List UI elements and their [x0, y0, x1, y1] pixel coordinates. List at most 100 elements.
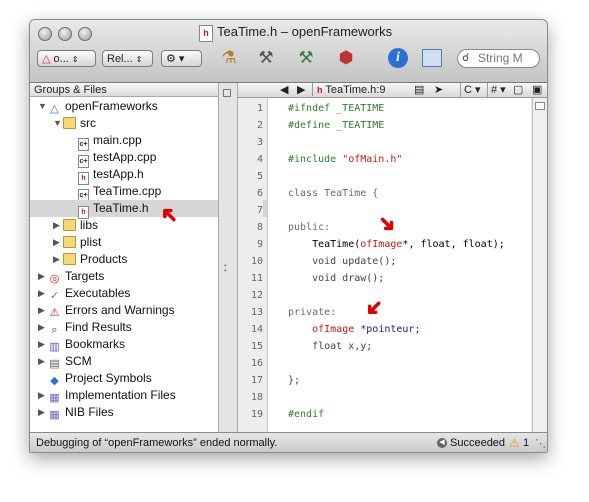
- disclosure-triangle-icon[interactable]: ▶: [53, 251, 60, 268]
- code-line: ofImage *pointeur;: [288, 321, 420, 338]
- sidebar-item[interactable]: ▶ ⚠ Errors and Warnings: [38, 302, 175, 319]
- included-files-popup[interactable]: # ▾: [487, 83, 506, 97]
- build-result-label[interactable]: Succeeded: [450, 433, 505, 452]
- sidebar-item[interactable]: ▶ Products: [53, 251, 127, 268]
- stop-icon[interactable]: ⬢: [335, 47, 357, 69]
- file-history-popup[interactable]: h TeaTime.h:9: [312, 83, 411, 96]
- lock-icon[interactable]: ▣: [532, 83, 542, 97]
- split-editor-icon[interactable]: [535, 102, 545, 110]
- disclosure-triangle-icon[interactable]: ▶: [38, 387, 45, 404]
- sidebar-item-label: Targets: [65, 269, 105, 283]
- disclosure-triangle-icon[interactable]: ▶: [38, 268, 45, 285]
- active-target-label: o...: [53, 53, 69, 65]
- folder-icon: [63, 219, 76, 231]
- code-token: TeaTime(: [288, 239, 361, 250]
- disclosure-triangle-icon[interactable]: ▶: [38, 302, 45, 319]
- bookmarks-popup-icon[interactable]: ▤: [414, 83, 424, 97]
- minimize-window-button[interactable]: [58, 27, 72, 41]
- code-token: void draw();: [288, 273, 385, 284]
- sidebar-item[interactable]: ▶ ▦ Implementation Files: [38, 387, 176, 404]
- sidebar-item[interactable]: ▶ ✓ Executables: [38, 285, 131, 302]
- zoom-window-button[interactable]: [78, 27, 92, 41]
- disclosure-triangle-icon[interactable]: ▼: [38, 98, 47, 115]
- sidebar-item-label: TeaTime.h: [93, 201, 149, 215]
- build-and-run-icon[interactable]: ⚒: [295, 47, 317, 69]
- disclosure-triangle-icon[interactable]: ▶: [38, 353, 45, 370]
- info-icon[interactable]: i: [388, 48, 408, 68]
- forward-arrow-icon[interactable]: ▶: [297, 83, 305, 97]
- header-file-icon: h: [317, 85, 323, 95]
- code-editor[interactable]: #ifndef _TEATIME #define _TEATIME #include…: [268, 98, 531, 432]
- line-number: 8: [256, 222, 263, 233]
- sidebar-item[interactable]: ▶ ▤ SCM: [38, 353, 92, 370]
- sidebar-item-label: main.cpp: [93, 133, 142, 147]
- code-line: void draw();: [288, 270, 384, 287]
- status-message: Debugging of “openFrameworks” ended norm…: [36, 437, 278, 449]
- resize-grip-icon[interactable]: ⋱: [535, 434, 546, 452]
- disclosure-triangle-icon[interactable]: ▶: [53, 217, 60, 234]
- line-number: 5: [256, 171, 263, 182]
- active-configuration-popup[interactable]: Rel... ⇕: [102, 50, 153, 67]
- disclosure-triangle-icon[interactable]: ▶: [38, 285, 45, 302]
- code-line: public:: [288, 219, 330, 236]
- code-token: #endif: [288, 409, 325, 420]
- code-token: public:: [288, 222, 331, 233]
- code-token: "ofMain.h": [342, 154, 403, 165]
- sidebar-item[interactable]: ▶ plist: [53, 234, 101, 251]
- search-field[interactable]: ☌ String M: [457, 49, 540, 68]
- breakpoints-popup-icon[interactable]: ➤: [434, 83, 443, 97]
- sidebar-item[interactable]: c+ main.cpp: [78, 132, 142, 151]
- sidebar-item-label: Bookmarks: [65, 337, 126, 351]
- build-hammer-icon[interactable]: ⚒: [255, 47, 277, 69]
- pane-splitter[interactable]: • •: [219, 83, 238, 432]
- disclosure-triangle-icon[interactable]: ▶: [38, 319, 45, 336]
- line-number: 10: [250, 256, 263, 267]
- sidebar-item-label: Executables: [65, 286, 131, 300]
- groups-and-files-header[interactable]: Groups & Files: [30, 83, 218, 97]
- sidebar-item[interactable]: h TeaTime.h: [30, 200, 218, 219]
- disclosure-triangle-icon[interactable]: ▶: [38, 336, 45, 353]
- sidebar-item[interactable]: c+ testApp.cpp: [78, 149, 157, 168]
- warning-icon: ⚠: [509, 436, 520, 450]
- focus-ribbon: [263, 200, 267, 217]
- sidebar-item[interactable]: ▶ ⌕ Find Results: [38, 319, 132, 336]
- code-line: #define _TEATIME: [288, 117, 384, 134]
- sidebar-item[interactable]: ▼ src: [53, 115, 96, 132]
- disclosure-triangle-icon[interactable]: ▶: [53, 234, 60, 251]
- clean-broom-icon[interactable]: ⚗: [218, 47, 240, 69]
- active-target-popup[interactable]: △ o... ⇕: [37, 50, 96, 67]
- action-popup[interactable]: ⚙ ▾: [161, 50, 202, 67]
- groups-and-files-pane: Groups & Files ▼ △ openFrameworks ▼ src c+ mai…: [30, 83, 219, 432]
- code-token: ofImage: [360, 239, 403, 250]
- editor-vertical-scrollbar[interactable]: [532, 98, 547, 432]
- code-line: TeaTime(ofImage*, float, float);: [288, 236, 505, 253]
- included-files-label: #: [491, 84, 498, 96]
- sidebar-item[interactable]: ▶ libs: [53, 217, 98, 234]
- sidebar-item[interactable]: ▶ ◎ Targets: [38, 268, 105, 285]
- disclosure-triangle-icon[interactable]: ▼: [53, 115, 62, 132]
- sidebar-item[interactable]: c+ TeaTime.cpp: [78, 183, 161, 202]
- sidebar-item[interactable]: ▶ ▥ Bookmarks: [38, 336, 126, 353]
- counterpart-icon[interactable]: ▢: [513, 83, 523, 97]
- line-number: 4: [256, 154, 263, 165]
- warning-count[interactable]: 1: [523, 433, 529, 452]
- sidebar-item[interactable]: ▶ ▦ NIB Files: [38, 404, 114, 421]
- file-history-label: TeaTime.h:9: [325, 84, 386, 96]
- disclosure-triangle-icon[interactable]: ▶: [38, 404, 45, 421]
- build-status-icon: ◀: [437, 438, 447, 448]
- code-line: class TeaTime {: [288, 185, 378, 202]
- editor-navigation-bar: ◀ ▶ h TeaTime.h:9 ▤ ➤ C ▾ # ▾ ▢ ▣: [238, 83, 547, 98]
- editor-toggle-icon[interactable]: [422, 49, 442, 67]
- sidebar-item[interactable]: ◆ Project Symbols: [48, 370, 151, 387]
- document-icon: h: [199, 25, 213, 42]
- back-arrow-icon[interactable]: ◀: [280, 83, 288, 97]
- line-number: 1: [256, 103, 263, 114]
- sidebar-item-label: testApp.cpp: [93, 150, 157, 164]
- code-line: #endif: [288, 406, 324, 423]
- class-hierarchy-popup[interactable]: C ▾: [460, 83, 481, 97]
- code-token: #include: [288, 154, 343, 165]
- sidebar-item[interactable]: ▼ △ openFrameworks: [38, 98, 158, 115]
- sidebar-item[interactable]: h testApp.h: [78, 166, 144, 185]
- executable-icon: ✓: [49, 290, 60, 302]
- close-window-button[interactable]: [38, 27, 52, 41]
